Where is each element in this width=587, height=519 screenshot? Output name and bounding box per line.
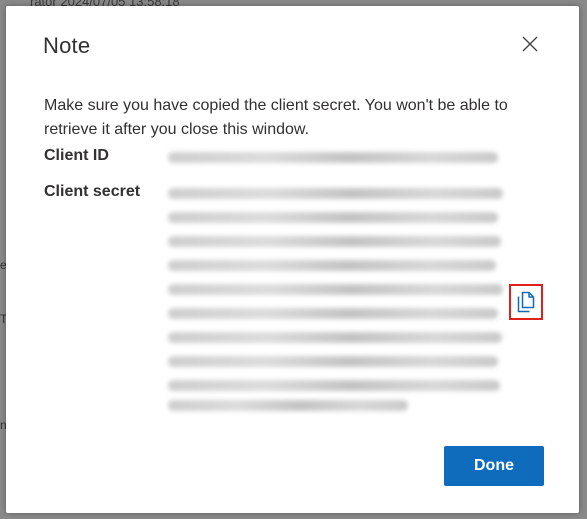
dialog-message: Make sure you have copied the client sec… <box>44 97 508 138</box>
dialog-title: Note <box>43 33 91 58</box>
close-button[interactable] <box>516 30 544 58</box>
close-icon <box>522 36 538 52</box>
client-secret-label: Client secret <box>44 183 141 200</box>
note-dialog: Note Make sure you have copied the clien… <box>6 6 579 513</box>
done-button[interactable]: Done <box>444 446 544 486</box>
copy-icon <box>517 291 535 313</box>
client-id-label: Client ID <box>44 147 109 164</box>
copy-secret-button[interactable] <box>509 284 543 320</box>
